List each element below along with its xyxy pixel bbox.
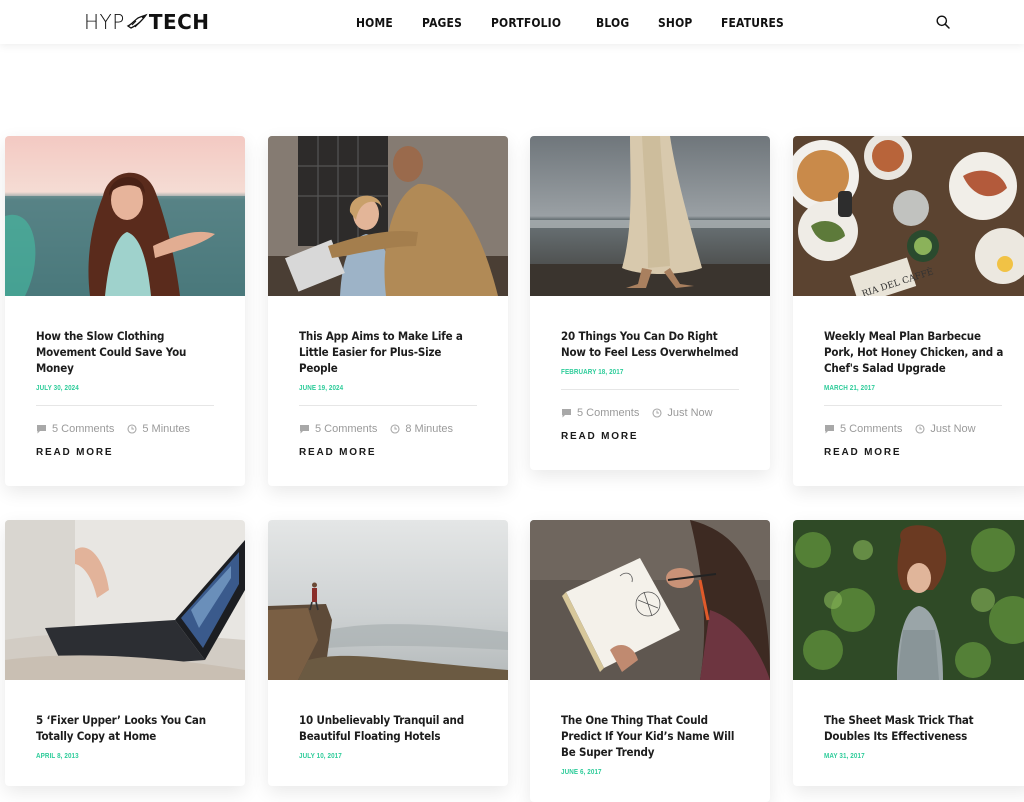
post-image-beach-walk[interactable] [530, 136, 770, 296]
read-time: 8 Minutes [390, 423, 453, 435]
post-title[interactable]: This App Aims to Make Life a Little Easi… [299, 328, 479, 376]
post-date[interactable]: APRIL 8, 2013 [36, 753, 197, 760]
clock-icon [652, 408, 662, 418]
search-icon[interactable] [935, 14, 951, 30]
comments-link[interactable]: 5 Comments [36, 423, 114, 435]
comment-icon [825, 425, 834, 434]
card-divider [824, 405, 1002, 406]
post-title[interactable]: 20 Things You Can Do Right Now to Feel L… [561, 328, 741, 360]
logo-mark-icon [126, 13, 148, 29]
post-image-cliff-hiker[interactable] [268, 520, 508, 680]
read-time: Just Now [915, 423, 976, 435]
read-time: 5 Minutes [127, 423, 190, 435]
clock-icon [127, 424, 137, 434]
post-title[interactable]: 10 Unbelievably Tranquil and Beautiful F… [299, 712, 479, 744]
logo-text-left: HYP [84, 10, 125, 34]
card-divider [299, 405, 477, 406]
post-title[interactable]: How the Slow Clothing Movement Could Sav… [36, 328, 216, 376]
post-title[interactable]: The Sheet Mask Trick That Doubles Its Ef… [824, 712, 1004, 744]
post-card: 5 ‘Fixer Upper’ Looks You Can Totally Co… [5, 520, 245, 786]
nav-item-features[interactable]: FEATURES [721, 15, 784, 30]
read-time-text: Just Now [930, 423, 976, 435]
post-date[interactable]: MARCH 21, 2017 [824, 385, 985, 392]
post-image-food-table[interactable]: RIA DEL CAFFÈ [793, 136, 1024, 296]
post-date[interactable]: MAY 31, 2017 [824, 753, 985, 760]
comments-link[interactable]: 5 Comments [561, 407, 639, 419]
post-date[interactable]: FEBRUARY 18, 2017 [561, 369, 722, 376]
post-title[interactable]: Weekly Meal Plan Barbecue Pork, Hot Hone… [824, 328, 1004, 376]
post-card: The One Thing That Could Predict If Your… [530, 520, 770, 802]
post-image-sketchbook[interactable] [530, 520, 770, 680]
main-nav: HOME PAGES PORTFOLIO BLOG SHOP FEATURES [356, 0, 817, 44]
site-logo[interactable]: HYP TECH [84, 10, 210, 34]
comments-count: 5 Comments [840, 423, 903, 435]
post-card: The Sheet Mask Trick That Doubles Its Ef… [793, 520, 1024, 786]
post-card: 20 Things You Can Do Right Now to Feel L… [530, 136, 770, 470]
nav-item-home[interactable]: HOME [356, 15, 393, 30]
read-time-text: 8 Minutes [405, 423, 454, 435]
site-header: HYP TECH HOME PAGES PORTFOLIO BLOG SHOP … [0, 0, 1024, 44]
post-meta: 5 Comments 8 Minutes [299, 423, 478, 435]
card-divider [561, 389, 739, 390]
comment-icon [562, 409, 571, 418]
post-date[interactable]: JULY 30, 2024 [36, 385, 197, 392]
post-date[interactable]: JULY 10, 2017 [299, 753, 460, 760]
post-title[interactable]: The One Thing That Could Predict If Your… [561, 712, 741, 760]
comments-count: 5 Comments [52, 423, 115, 435]
post-date[interactable]: JUNE 6, 2017 [561, 769, 722, 776]
read-time-text: 5 Minutes [142, 423, 191, 435]
nav-item-portfolio[interactable]: PORTFOLIO [491, 15, 561, 30]
card-divider [36, 405, 214, 406]
post-card: How the Slow Clothing Movement Could Sav… [5, 136, 245, 486]
clock-icon [915, 424, 925, 434]
nav-item-pages[interactable]: PAGES [422, 15, 462, 30]
post-image-woman-by-sea[interactable] [5, 136, 245, 296]
read-more-link[interactable]: READ MORE [36, 447, 113, 458]
post-card: 10 Unbelievably Tranquil and Beautiful F… [268, 520, 508, 786]
comments-link[interactable]: 5 Comments [824, 423, 902, 435]
post-card: This App Aims to Make Life a Little Easi… [268, 136, 508, 486]
post-meta: 5 Comments Just Now [561, 407, 740, 419]
post-title[interactable]: 5 ‘Fixer Upper’ Looks You Can Totally Co… [36, 712, 216, 744]
clock-icon [390, 424, 400, 434]
read-time-text: Just Now [667, 407, 713, 419]
comment-icon [300, 425, 309, 434]
post-card: RIA DEL CAFFÈ Weekly Meal Plan Barbecue … [793, 136, 1024, 486]
comments-count: 5 Comments [315, 423, 378, 435]
logo-text-right: TECH [148, 10, 210, 34]
nav-item-shop[interactable]: SHOP [658, 15, 692, 30]
comments-count: 5 Comments [577, 407, 640, 419]
comment-icon [37, 425, 46, 434]
post-image-laptop[interactable] [5, 520, 245, 680]
post-image-woman-in-forest[interactable] [793, 520, 1024, 680]
post-date[interactable]: JUNE 19, 2024 [299, 385, 460, 392]
post-meta: 5 Comments Just Now [824, 423, 1003, 435]
comments-link[interactable]: 5 Comments [299, 423, 377, 435]
read-more-link[interactable]: READ MORE [824, 447, 901, 458]
read-time: Just Now [652, 407, 713, 419]
nav-item-blog[interactable]: BLOG [596, 15, 629, 30]
read-more-link[interactable]: READ MORE [561, 431, 638, 442]
post-image-office-meeting[interactable] [268, 136, 508, 296]
post-meta: 5 Comments 5 Minutes [36, 423, 215, 435]
read-more-link[interactable]: READ MORE [299, 447, 376, 458]
